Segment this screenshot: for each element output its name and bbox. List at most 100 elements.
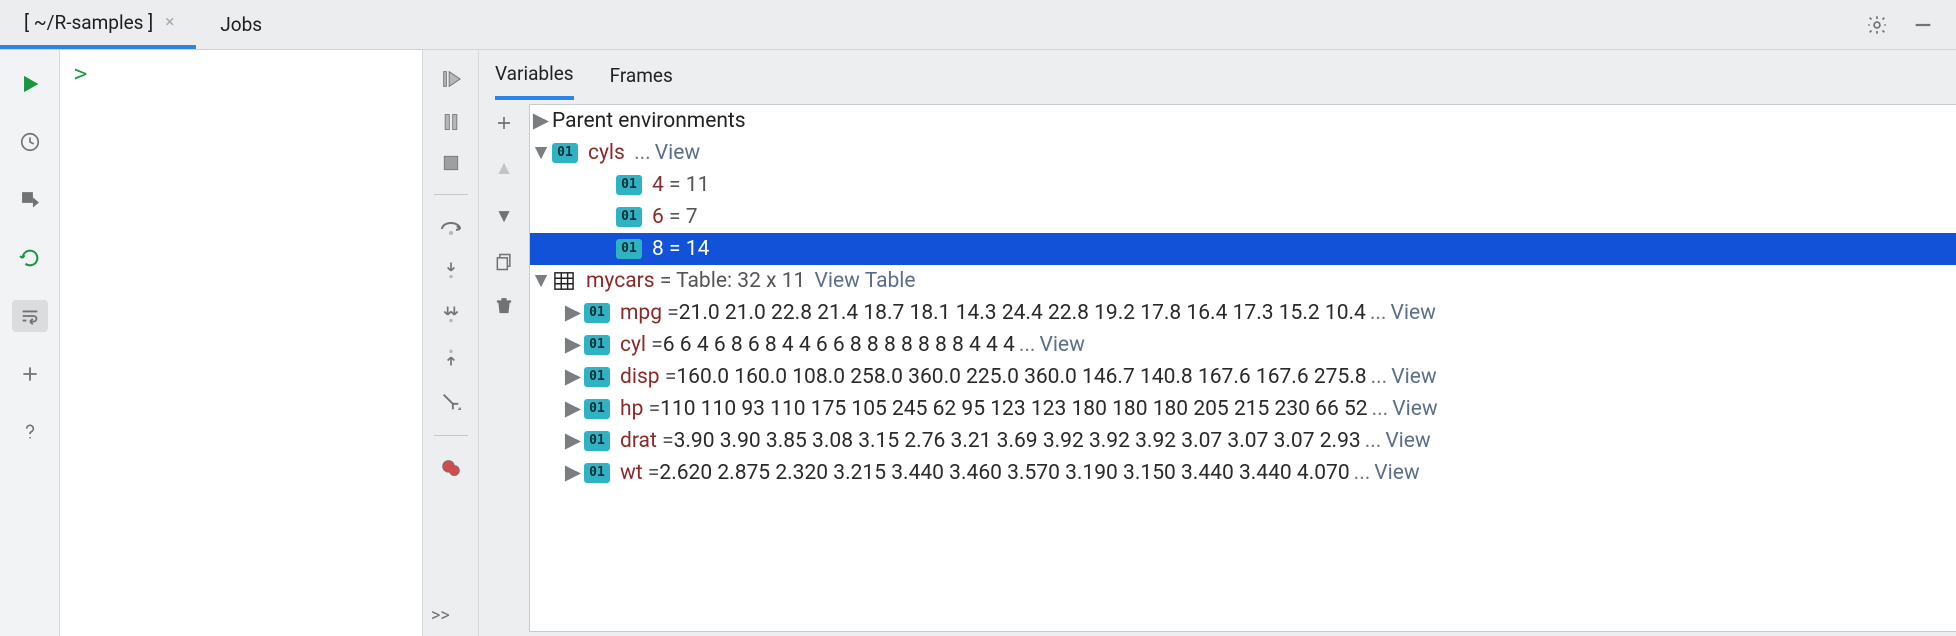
- rerun-icon[interactable]: [12, 242, 48, 274]
- console[interactable]: >: [60, 50, 423, 636]
- var-values: 160.0 160.0 108.0 258.0 360.0 225.0 360.…: [676, 361, 1366, 393]
- pause-icon[interactable]: [441, 112, 461, 132]
- ellipsis: ...: [1354, 457, 1371, 489]
- run-icon[interactable]: [12, 68, 48, 100]
- numeric-type-icon: 01: [584, 303, 610, 323]
- var-column-row[interactable]: ▶01drat = 3.90 3.90 3.85 3.08 3.15 2.76 …: [530, 425, 1956, 457]
- parent-environments-label: Parent environments: [552, 105, 746, 137]
- chevron-down-icon[interactable]: ▼: [530, 265, 552, 297]
- force-step-into-icon[interactable]: [441, 303, 461, 325]
- separator: [434, 435, 468, 436]
- var-name: 8: [652, 233, 664, 265]
- delete-icon[interactable]: [495, 296, 513, 316]
- numeric-type-icon: 01: [584, 399, 610, 419]
- numeric-type-icon: 01: [584, 335, 610, 355]
- view-link[interactable]: View: [1385, 425, 1430, 457]
- variables-tree[interactable]: ▶Parent environments ▼01cyls ... View ▶0…: [529, 104, 1956, 632]
- import-icon[interactable]: [12, 184, 48, 216]
- more-tools-icon[interactable]: >>: [431, 605, 450, 626]
- equals: =: [662, 425, 674, 457]
- variables-panel: Variables Frames ▲ ▼ ▶Parent envi: [479, 50, 1956, 636]
- debug-toolbar: [423, 50, 479, 636]
- var-column-row[interactable]: ▶01wt = 2.620 2.875 2.320 3.215 3.440 3.…: [530, 457, 1956, 489]
- var-cyls-item[interactable]: ▶016 = 7: [530, 201, 1956, 233]
- add-icon[interactable]: [12, 358, 48, 390]
- var-name: mycars: [586, 265, 655, 297]
- step-over-icon[interactable]: [439, 217, 463, 237]
- history-icon[interactable]: [12, 126, 48, 158]
- copy-icon[interactable]: [494, 252, 514, 272]
- view-link[interactable]: View: [655, 137, 700, 169]
- view-link[interactable]: View: [1390, 297, 1435, 329]
- step-into-icon[interactable]: [441, 259, 461, 281]
- var-column-row[interactable]: ▶01disp = 160.0 160.0 108.0 258.0 360.0 …: [530, 361, 1956, 393]
- chevron-down-icon[interactable]: ▼: [530, 137, 552, 169]
- gear-icon[interactable]: [1866, 14, 1888, 36]
- top-tabbar: [ ~/R-samples ] × Jobs: [0, 0, 1956, 50]
- breakpoints-icon[interactable]: [440, 458, 462, 478]
- var-name: cyl: [620, 329, 646, 361]
- var-name: drat: [620, 425, 657, 457]
- var-column-row[interactable]: ▶01 cyl = 6 6 4 6 8 6 8 4 4 6 6 8 8 8 8 8…: [530, 329, 1956, 361]
- equals: =: [665, 361, 677, 393]
- nav-down-icon[interactable]: ▼: [495, 204, 514, 228]
- run-to-cursor-icon[interactable]: [440, 391, 462, 413]
- equals: =: [667, 297, 679, 329]
- numeric-type-icon: 01: [616, 175, 642, 195]
- chevron-right-icon[interactable]: ▶: [562, 457, 584, 489]
- separator: [434, 194, 468, 195]
- view-link[interactable]: View: [1039, 329, 1084, 361]
- equals: = 7: [669, 201, 698, 233]
- stop-icon[interactable]: [442, 154, 460, 172]
- chevron-right-icon[interactable]: ▶: [562, 329, 584, 361]
- equals: =: [651, 329, 663, 361]
- chevron-right-icon[interactable]: ▶: [530, 105, 552, 137]
- minimize-icon[interactable]: [1912, 14, 1934, 36]
- var-name: hp: [620, 393, 643, 425]
- chevron-right-icon[interactable]: ▶: [562, 393, 584, 425]
- resume-icon[interactable]: [440, 68, 462, 90]
- var-cyls-row[interactable]: ▼01cyls ... View: [530, 137, 1956, 169]
- var-name: 6: [652, 201, 664, 233]
- tab-console[interactable]: [ ~/R-samples ] ×: [0, 0, 196, 49]
- var-cyls-item[interactable]: ▶014 = 11: [530, 169, 1956, 201]
- numeric-type-icon: 01: [584, 431, 610, 451]
- var-cyls-item[interactable]: ▶018 = 14: [530, 233, 1956, 265]
- soft-wrap-icon[interactable]: [12, 300, 48, 332]
- equals: = 11: [669, 169, 709, 201]
- var-name: 4: [652, 169, 664, 201]
- main-area: >: [0, 50, 1956, 636]
- ellipsis: ...: [1365, 425, 1382, 457]
- equals: =: [648, 457, 660, 489]
- tab-variables-label: Variables: [495, 62, 574, 85]
- view-link[interactable]: View: [1392, 393, 1437, 425]
- var-mycars-row[interactable]: ▼ mycars = Table: 32 x 11 View Table: [530, 265, 1956, 297]
- chevron-right-icon[interactable]: ▶: [562, 361, 584, 393]
- help-icon[interactable]: [12, 416, 48, 448]
- tab-jobs[interactable]: Jobs: [196, 0, 284, 49]
- tab-variables[interactable]: Variables: [495, 50, 574, 100]
- tab-console-label: [ ~/R-samples ]: [24, 11, 153, 34]
- view-link[interactable]: View: [1374, 457, 1419, 489]
- chevron-right-icon[interactable]: ▶: [562, 297, 584, 329]
- var-column-row[interactable]: ▶01hp = 110 110 93 110 175 105 245 62 95…: [530, 393, 1956, 425]
- add-watch-icon[interactable]: [495, 114, 513, 132]
- view-table-link[interactable]: View Table: [815, 265, 916, 297]
- var-values: 6 6 4 6 8 6 8 4 4 6 6 8 8 8 8 8 8 8 4 4 …: [663, 329, 1015, 361]
- numeric-type-icon: 01: [552, 143, 578, 163]
- var-values: 21.0 21.0 22.8 21.4 18.7 18.1 14.3 24.4 …: [679, 297, 1366, 329]
- view-link[interactable]: View: [1391, 361, 1436, 393]
- parent-environments-row[interactable]: ▶Parent environments: [530, 105, 1956, 137]
- step-out-icon[interactable]: [441, 347, 461, 369]
- ellipsis: ...: [634, 137, 651, 169]
- tab-frames[interactable]: Frames: [610, 50, 673, 100]
- close-icon[interactable]: ×: [165, 14, 174, 31]
- equals: =: [649, 393, 661, 425]
- numeric-type-icon: 01: [584, 463, 610, 483]
- var-values: 2.620 2.875 2.320 3.215 3.440 3.460 3.57…: [659, 457, 1349, 489]
- nav-up-icon[interactable]: ▲: [495, 156, 514, 180]
- tab-frames-label: Frames: [610, 64, 673, 87]
- chevron-right-icon[interactable]: ▶: [562, 425, 584, 457]
- table-icon: [552, 270, 576, 292]
- var-column-row[interactable]: ▶01mpg = 21.0 21.0 22.8 21.4 18.7 18.1 1…: [530, 297, 1956, 329]
